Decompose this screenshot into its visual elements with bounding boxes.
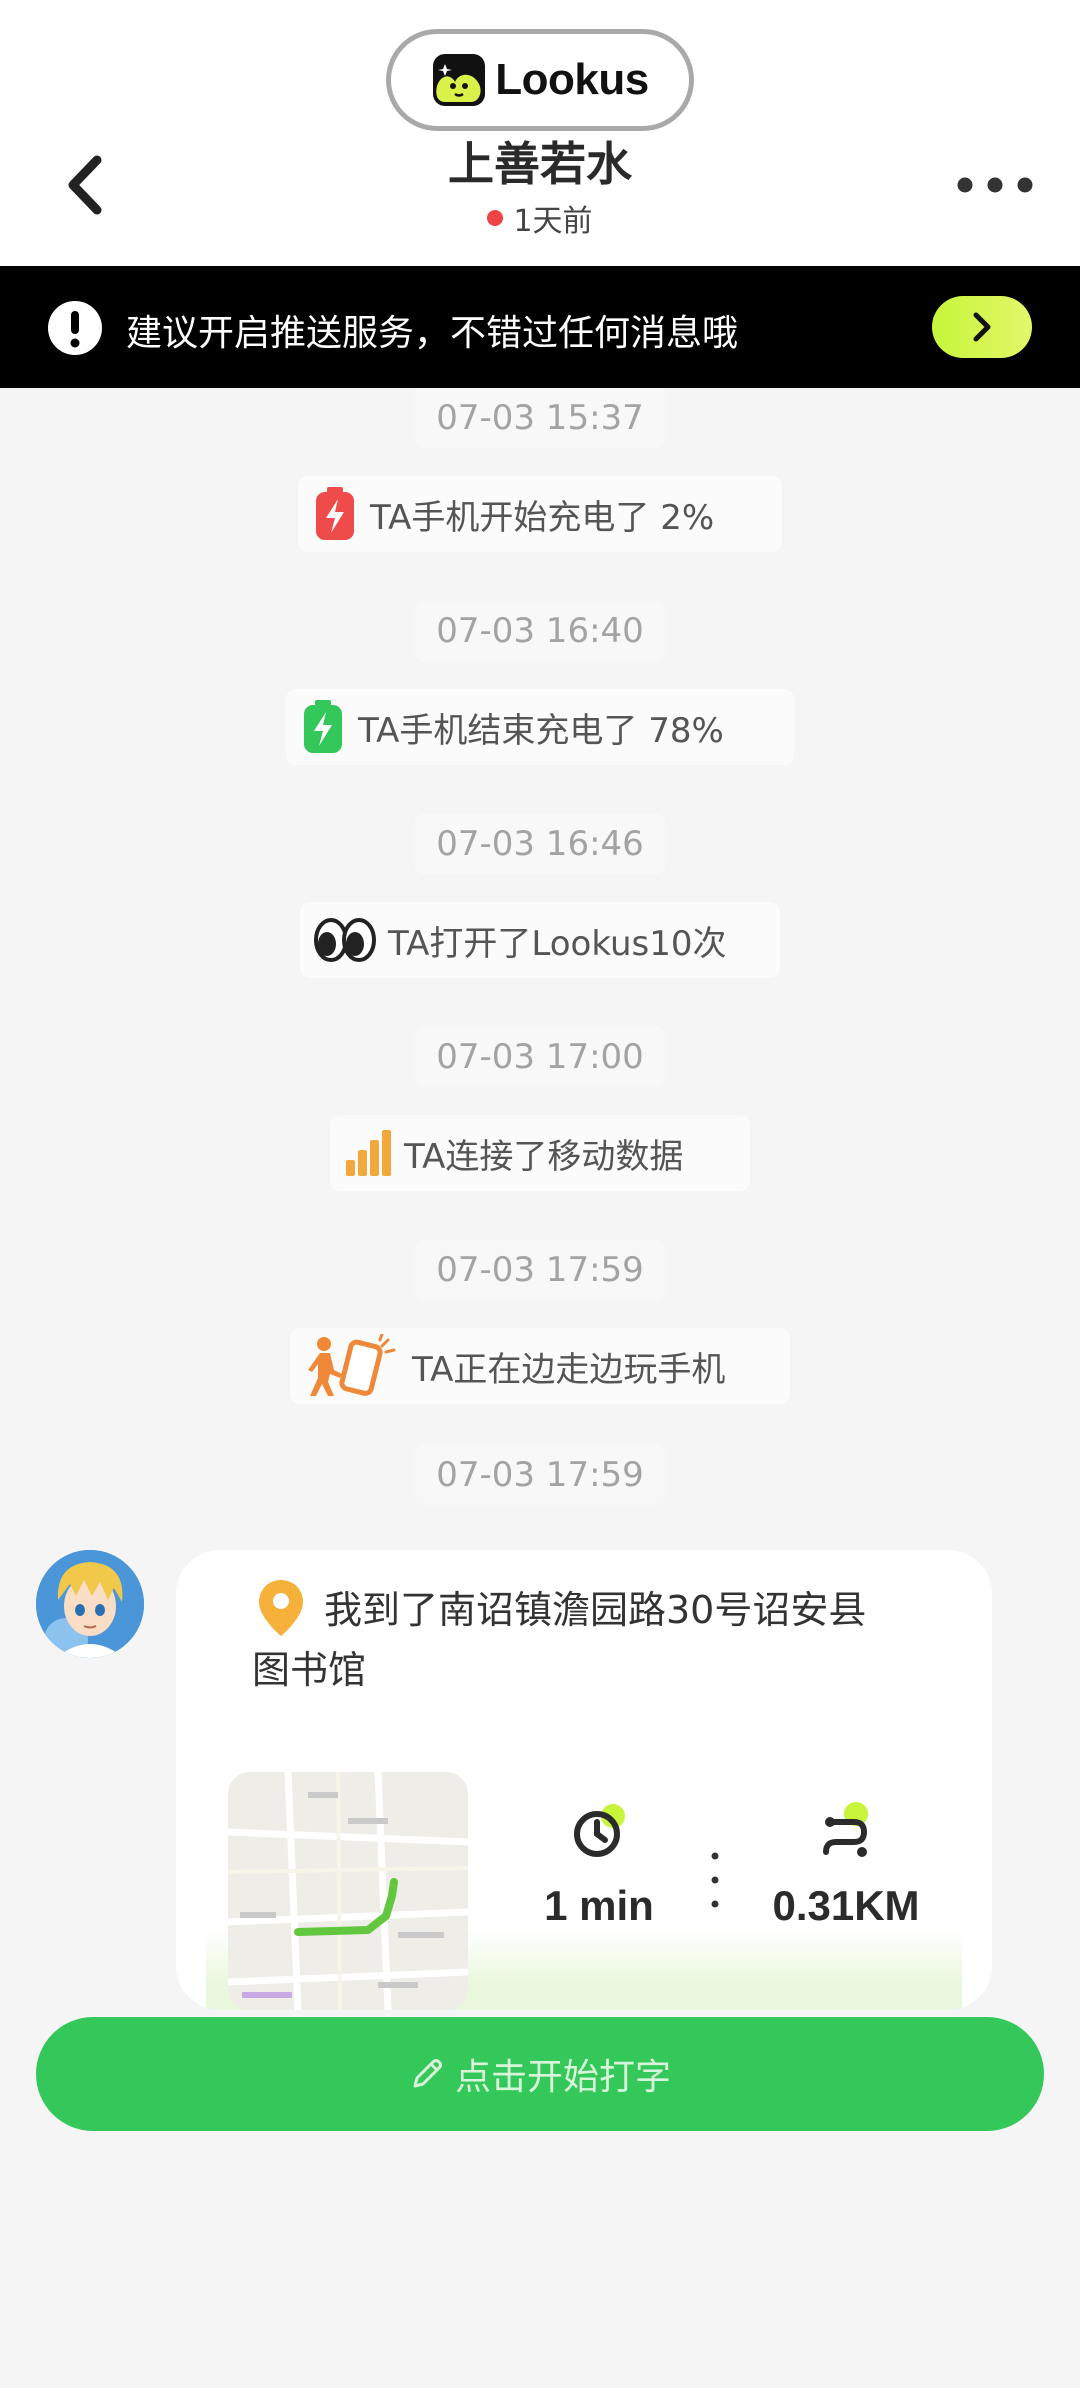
event-text: TA手机开始充电了 2% <box>370 497 715 538</box>
timestamp: 07-03 17:59 <box>415 1445 665 1505</box>
status-dot-icon <box>487 210 504 226</box>
timestamp: 07-03 17:59 <box>415 1240 665 1300</box>
avatar[interactable] <box>36 1550 144 1658</box>
back-button[interactable] <box>50 140 120 230</box>
event-item: TA连接了移动数据 <box>330 1115 750 1191</box>
event-item: TA手机结束充电了 78% <box>286 689 794 765</box>
battery-charging-red-icon <box>312 485 358 543</box>
anime-avatar-icon <box>36 1550 144 1658</box>
walking-phone-icon <box>304 1334 400 1398</box>
distance-value: 0.31KM <box>772 1882 920 1929</box>
more-button[interactable] <box>950 160 1040 210</box>
event-text: TA手机结束充电了 78% <box>358 710 724 751</box>
top-bar: Lookus 上善若水 1天前 <box>0 0 1080 266</box>
route-map-icon <box>228 1772 468 2010</box>
clock-icon <box>574 1804 625 1857</box>
brand-badge: Lookus <box>386 29 694 131</box>
lookus-logo-icon <box>433 54 486 106</box>
timestamp: 07-03 15:37 <box>415 388 665 448</box>
event-text: TA正在边走边玩手机 <box>412 1349 726 1390</box>
event-item: TA打开了Lookus10次 <box>300 902 780 978</box>
app-name: Lookus <box>495 55 649 104</box>
last-seen: 1天前 <box>390 196 690 240</box>
eyes-icon <box>314 917 376 963</box>
start-typing-label: 点击开始打字 <box>454 2057 671 2098</box>
duration-value: 1 min <box>544 1882 654 1929</box>
start-typing-button[interactable]: 点击开始打字 <box>36 2017 1044 2131</box>
timestamp: 07-03 17:00 <box>415 1027 665 1087</box>
event-item: TA正在边走边玩手机 <box>290 1328 790 1404</box>
chevron-right-icon <box>973 312 991 342</box>
battery-charging-green-icon <box>300 698 346 756</box>
more-dots-icon <box>957 177 1033 193</box>
route-icon <box>823 1802 868 1857</box>
event-text: TA打开了Lookus10次 <box>388 923 727 964</box>
contact-name: 上善若水 <box>448 137 632 191</box>
banner-go-button[interactable] <box>932 296 1032 358</box>
timestamp: 07-03 16:40 <box>415 601 665 661</box>
exclamation-icon <box>48 301 102 355</box>
location-text: 我到了南诏镇澹园路30号诏安县图书馆 <box>252 1588 867 1692</box>
distance-stat: 0.31KM <box>746 1800 946 1930</box>
location-card[interactable]: 我到了南诏镇澹园路30号诏安县图书馆 1 min 0.31KM <box>176 1550 992 2010</box>
map-thumbnail[interactable] <box>228 1772 468 2010</box>
duration-stat: 1 min <box>524 1800 674 1930</box>
pencil-icon <box>413 2059 442 2088</box>
banner-text: 建议开启推送服务，不错过任何消息哦 <box>126 313 739 354</box>
stat-separator <box>711 1852 719 1908</box>
timestamp: 07-03 16:46 <box>415 814 665 874</box>
event-item: TA手机开始充电了 2% <box>298 476 782 552</box>
event-text: TA连接了移动数据 <box>404 1136 684 1177</box>
signal-bars-icon <box>344 1128 392 1178</box>
push-notification-banner[interactable]: 建议开启推送服务，不错过任何消息哦 <box>0 266 1080 388</box>
chevron-left-icon <box>68 155 102 215</box>
last-seen-text: 1天前 <box>513 204 593 239</box>
